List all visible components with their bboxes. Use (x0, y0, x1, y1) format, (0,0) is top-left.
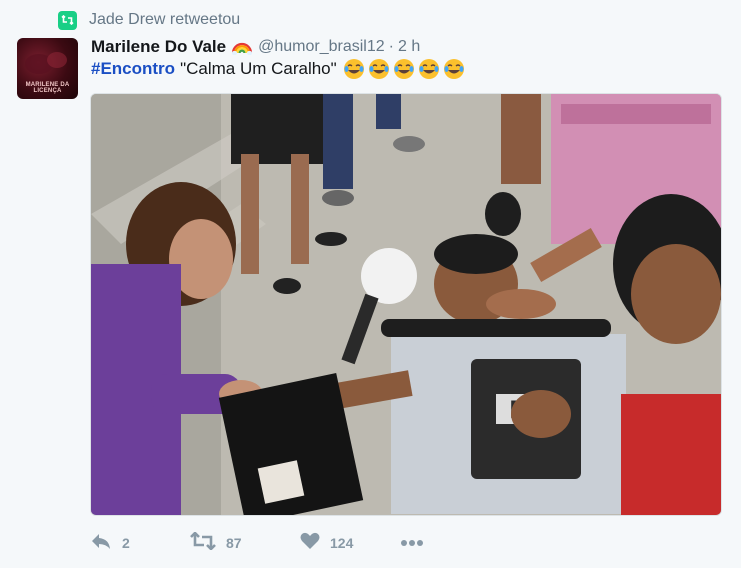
tweet-body: "Calma Um Caralho" (180, 59, 337, 78)
tweet-photo[interactable]: BT (90, 93, 722, 516)
tweet-text: #Encontro "Calma Um Caralho" (91, 57, 468, 81)
reply-count: 2 (122, 535, 130, 551)
tweet-card[interactable]: Jade Drew retweetou MARILENE DA LICENÇA … (0, 0, 741, 568)
joy-emoji-icon (343, 58, 365, 80)
joy-emoji-icon (368, 58, 390, 80)
joy-emoji-icon (393, 58, 415, 80)
reply-icon (90, 532, 112, 555)
avatar[interactable]: MARILENE DA LICENÇA (17, 38, 78, 99)
author-handle[interactable]: @humor_brasil12 (258, 38, 385, 56)
reply-button[interactable]: 2 (90, 532, 180, 555)
separator-dot: · (388, 38, 394, 55)
joy-emoji-icon (418, 58, 440, 80)
retweeted-by-label[interactable]: Jade Drew retweetou (89, 11, 240, 29)
more-button[interactable] (400, 534, 424, 552)
rainbow-icon (232, 37, 253, 57)
hashtag-link[interactable]: #Encontro (91, 59, 175, 79)
joy-emoji-icon (443, 58, 465, 80)
tweet-actions: 2 87 124 (90, 530, 424, 556)
like-button[interactable]: 124 (300, 532, 400, 555)
retweet-icon (190, 530, 216, 555)
heart-icon (300, 532, 320, 555)
retweet-button[interactable]: 87 (190, 530, 300, 555)
like-count: 124 (330, 535, 354, 551)
avatar-label: MARILENE DA LICENÇA (25, 82, 70, 94)
tweet-header: Marilene Do Vale @humor_brasil12 · 2 h (91, 35, 420, 59)
retweet-icon (58, 10, 77, 30)
photo-illustration: BT (91, 94, 721, 515)
retweet-count: 87 (226, 535, 242, 551)
retweet-context: Jade Drew retweetou (58, 9, 240, 31)
more-icon (400, 534, 424, 552)
timestamp[interactable]: 2 h (398, 38, 420, 56)
author-name[interactable]: Marilene Do Vale (91, 37, 226, 57)
